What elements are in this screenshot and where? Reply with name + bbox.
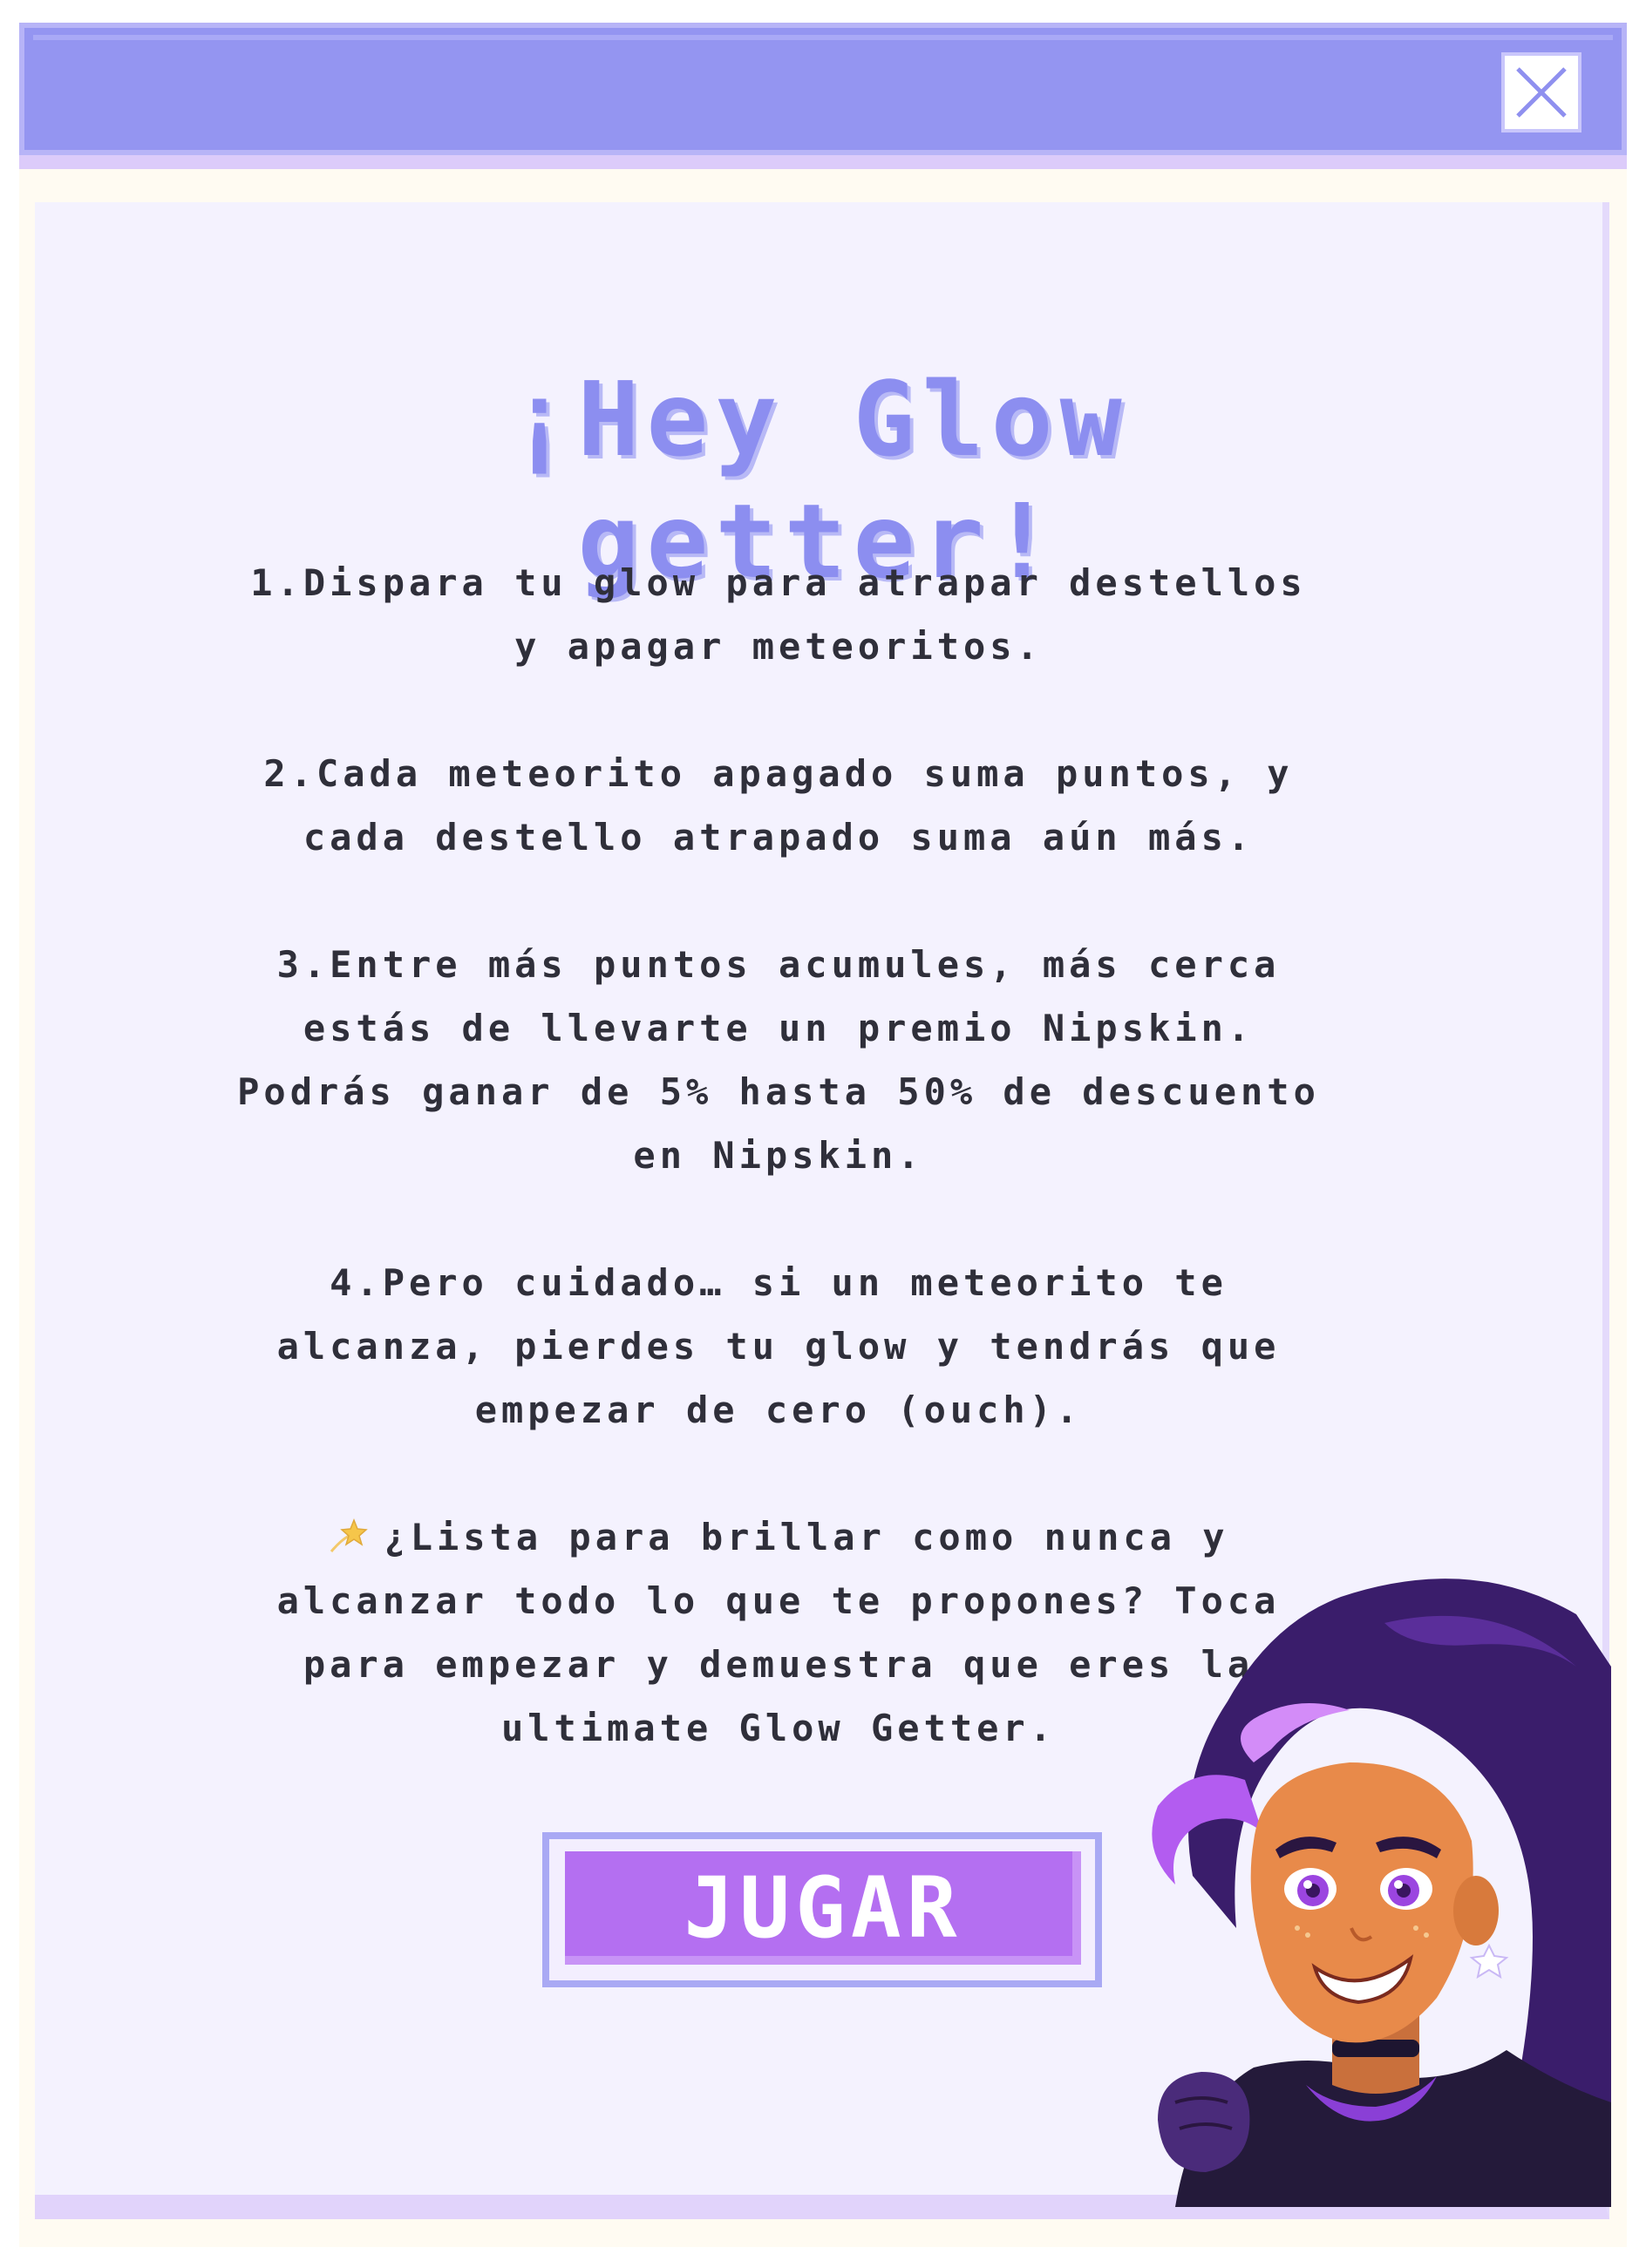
instruction-2: 2.Cada meteorito apagado suma puntos, y … [263, 752, 1294, 859]
play-button-frame: JUGAR [542, 1832, 1102, 1987]
play-button[interactable]: JUGAR [565, 1851, 1081, 1965]
title-bar [19, 23, 1627, 155]
shooting-star-icon [330, 1518, 369, 1552]
title-line-1: ¡Hey Glow [508, 359, 1129, 480]
instruction-4: 4.Pero cuidado… si un meteorito te alcan… [276, 1261, 1281, 1431]
instruction-3: 3.Entre más puntos acumules, más cerca e… [237, 943, 1320, 1177]
close-icon [1516, 67, 1567, 118]
instruction-1: 1.Dispara tu glow para atrapar destellos… [250, 561, 1307, 668]
character-illustration [1152, 1579, 1611, 2207]
close-button[interactable] [1501, 52, 1581, 132]
game-window: ¡Hey Glow getter! 1.Dispara tu glow para… [19, 23, 1627, 2247]
